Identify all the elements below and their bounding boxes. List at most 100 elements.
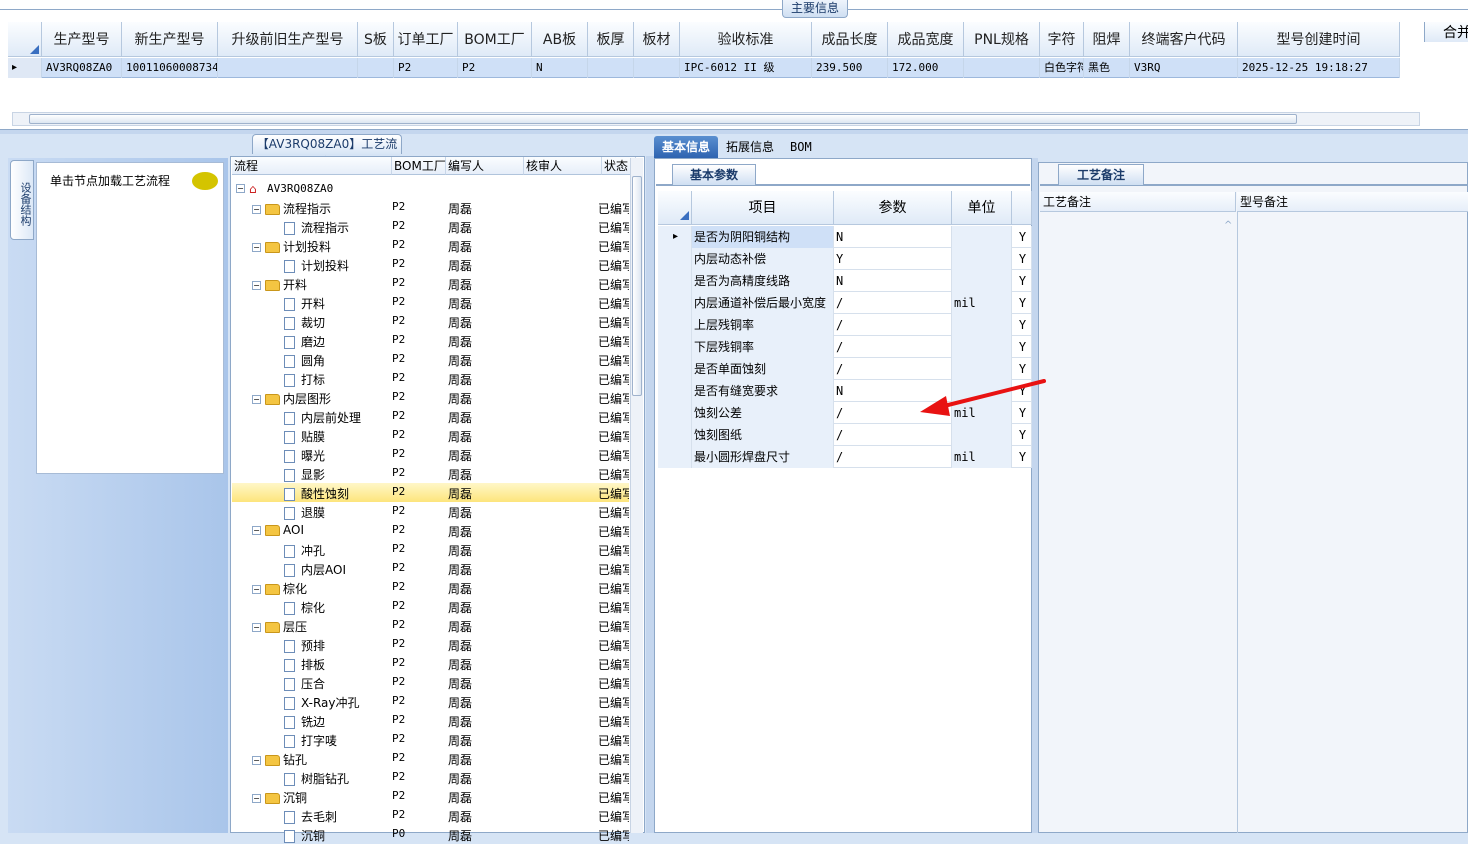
params-row[interactable]: 蚀刻图纸 / Y [658,424,1032,446]
column-header[interactable]: 板厚 [588,22,634,57]
column-header[interactable]: 型号创建时间 [1238,22,1400,57]
tree-node-row[interactable]: 铣边 P2 周磊 已编写 [232,711,629,730]
column-header[interactable]: 成品长度 [812,22,888,57]
tree-node-row[interactable]: 棕化 P2 周磊 已编写 [232,597,629,616]
grid-cell[interactable]: 239.500 [812,58,888,78]
tree-node-row[interactable]: − 沉铜 P2 周磊 已编写 [232,787,629,806]
model-remark-header[interactable]: 型号备注 [1237,192,1468,212]
param-flag[interactable]: Y [1012,248,1032,270]
param-item[interactable]: 是否单面蚀刻 [692,358,834,380]
vertical-splitter-right[interactable] [1032,158,1038,833]
tree-column-header[interactable]: BOM工厂 [392,157,446,175]
row-selector[interactable] [658,424,692,446]
tree-node-row[interactable]: 打标 P2 周磊 已编写 [232,369,629,388]
remarks-scroll-up-icon[interactable]: ^ [1224,220,1232,231]
param-value[interactable]: Y [834,248,952,270]
param-value[interactable]: / [834,336,952,358]
tree-vscrollbar[interactable] [630,158,643,833]
param-value[interactable]: N [834,380,952,402]
collapse-icon[interactable]: − [252,756,261,765]
params-row[interactable]: 下层残铜率 / Y [658,336,1032,358]
param-unit[interactable]: mil [952,446,1012,468]
row-selector[interactable] [658,292,692,314]
param-unit[interactable]: mil [952,292,1012,314]
column-header[interactable]: 成品宽度 [888,22,964,57]
params-column-header[interactable]: 单位 [952,191,1012,225]
param-value[interactable]: / [834,292,952,314]
row-selector-icon[interactable]: ▸ [8,58,42,78]
grid-cell[interactable]: 白色字符 [1040,58,1084,78]
param-unit[interactable] [952,248,1012,270]
tree-node-row[interactable]: 显影 P2 周磊 已编写 [232,464,629,483]
row-selector[interactable] [658,270,692,292]
tree-node-row[interactable]: 去毛刺 P2 周磊 已编写 [232,806,629,825]
main-info-title[interactable]: 主要信息 [782,0,848,18]
grid-cell[interactable]: P2 [458,58,532,78]
row-selector[interactable] [658,402,692,424]
param-item[interactable]: 是否有缝宽要求 [692,380,834,402]
tree-node-row[interactable]: 内层AOI P2 周磊 已编写 [232,559,629,578]
tree-node-row[interactable]: 树脂钻孔 P2 周磊 已编写 [232,768,629,787]
tab-basic-params[interactable]: 基本参数 [672,164,756,185]
column-header[interactable]: 字符 [1040,22,1084,57]
collapse-icon[interactable]: − [236,184,245,193]
tree-root[interactable]: − ⌂ AV3RQ08ZA0 [232,179,629,198]
main-grid-row[interactable]: ▸ AV3RQ08ZA0 10011060008734 P2 P2 N IPC-6012 I… [8,58,1400,78]
vertical-splitter-left[interactable] [646,156,654,833]
collapse-icon[interactable]: − [252,243,261,252]
speech-bubble-icon[interactable] [192,172,218,190]
param-flag[interactable]: Y [1012,380,1032,402]
collapse-icon[interactable]: − [252,526,261,535]
grid-cell[interactable]: N [532,58,588,78]
grid-cell[interactable]: AV3RQ08ZA0 [42,58,122,78]
tree-node-row[interactable]: 冲孔 P2 周磊 已编写 [232,540,629,559]
tab-process-remarks[interactable]: 工艺备注 [1058,164,1144,185]
tab-detail[interactable]: BOM [782,136,820,158]
tree-vscroll-thumb[interactable] [632,176,642,396]
params-row[interactable]: 是否单面蚀刻 / Y [658,358,1032,380]
params-row[interactable]: ▸ 是否为阴阳铜结构 N Y [658,226,1032,248]
params-column-header[interactable]: 参数 [834,191,952,225]
row-selector[interactable] [658,336,692,358]
row-selector[interactable]: ▸ [658,226,692,248]
param-item[interactable]: 蚀刻公差 [692,402,834,424]
param-item[interactable]: 上层残铜率 [692,314,834,336]
param-item[interactable]: 下层残铜率 [692,336,834,358]
column-header[interactable]: S板 [358,22,394,57]
row-selector[interactable] [658,314,692,336]
tree-node-row[interactable]: 磨边 P2 周磊 已编写 [232,331,629,350]
param-flag[interactable]: Y [1012,270,1032,292]
collapse-icon[interactable]: − [252,794,261,803]
param-value[interactable]: N [834,270,952,292]
param-value[interactable]: / [834,424,952,446]
param-flag[interactable]: Y [1012,226,1032,248]
param-unit[interactable] [952,336,1012,358]
params-column-header[interactable]: 项目 [692,191,834,225]
param-item[interactable]: 内层动态补偿 [692,248,834,270]
collapse-icon[interactable]: − [252,623,261,632]
param-unit[interactable] [952,380,1012,402]
column-header[interactable]: 订单工厂 [394,22,458,57]
tree-node-row[interactable]: − 流程指示 P2 周磊 已编写 [232,198,629,217]
param-flag[interactable]: Y [1012,336,1032,358]
params-row[interactable]: 最小圆形焊盘尺寸 / mil Y [658,446,1032,468]
param-unit[interactable] [952,226,1012,248]
param-flag[interactable]: Y [1012,314,1032,336]
row-selector[interactable] [658,248,692,270]
param-flag[interactable]: Y [1012,402,1032,424]
tree-node-row[interactable]: − 棕化 P2 周磊 已编写 [232,578,629,597]
param-value[interactable]: / [834,446,952,468]
row-selector[interactable] [658,446,692,468]
grid-cell[interactable]: 10011060008734 [122,58,218,78]
tree-node-row[interactable]: 退膜 P2 周磊 已编写 [232,502,629,521]
tree-node-row[interactable]: − 开料 P2 周磊 已编写 [232,274,629,293]
tree-node-row[interactable]: 贴膜 P2 周磊 已编写 [232,426,629,445]
param-item[interactable]: 是否为高精度线路 [692,270,834,292]
grid-cell[interactable] [964,58,1040,78]
row-selector[interactable] [658,358,692,380]
grid-cell[interactable]: IPC-6012 II 级 [680,58,812,78]
tree-node-row[interactable]: 计划投料 P2 周磊 已编写 [232,255,629,274]
params-row[interactable]: 内层通道补偿后最小宽度 / mil Y [658,292,1032,314]
param-unit[interactable] [952,358,1012,380]
param-flag[interactable]: Y [1012,358,1032,380]
